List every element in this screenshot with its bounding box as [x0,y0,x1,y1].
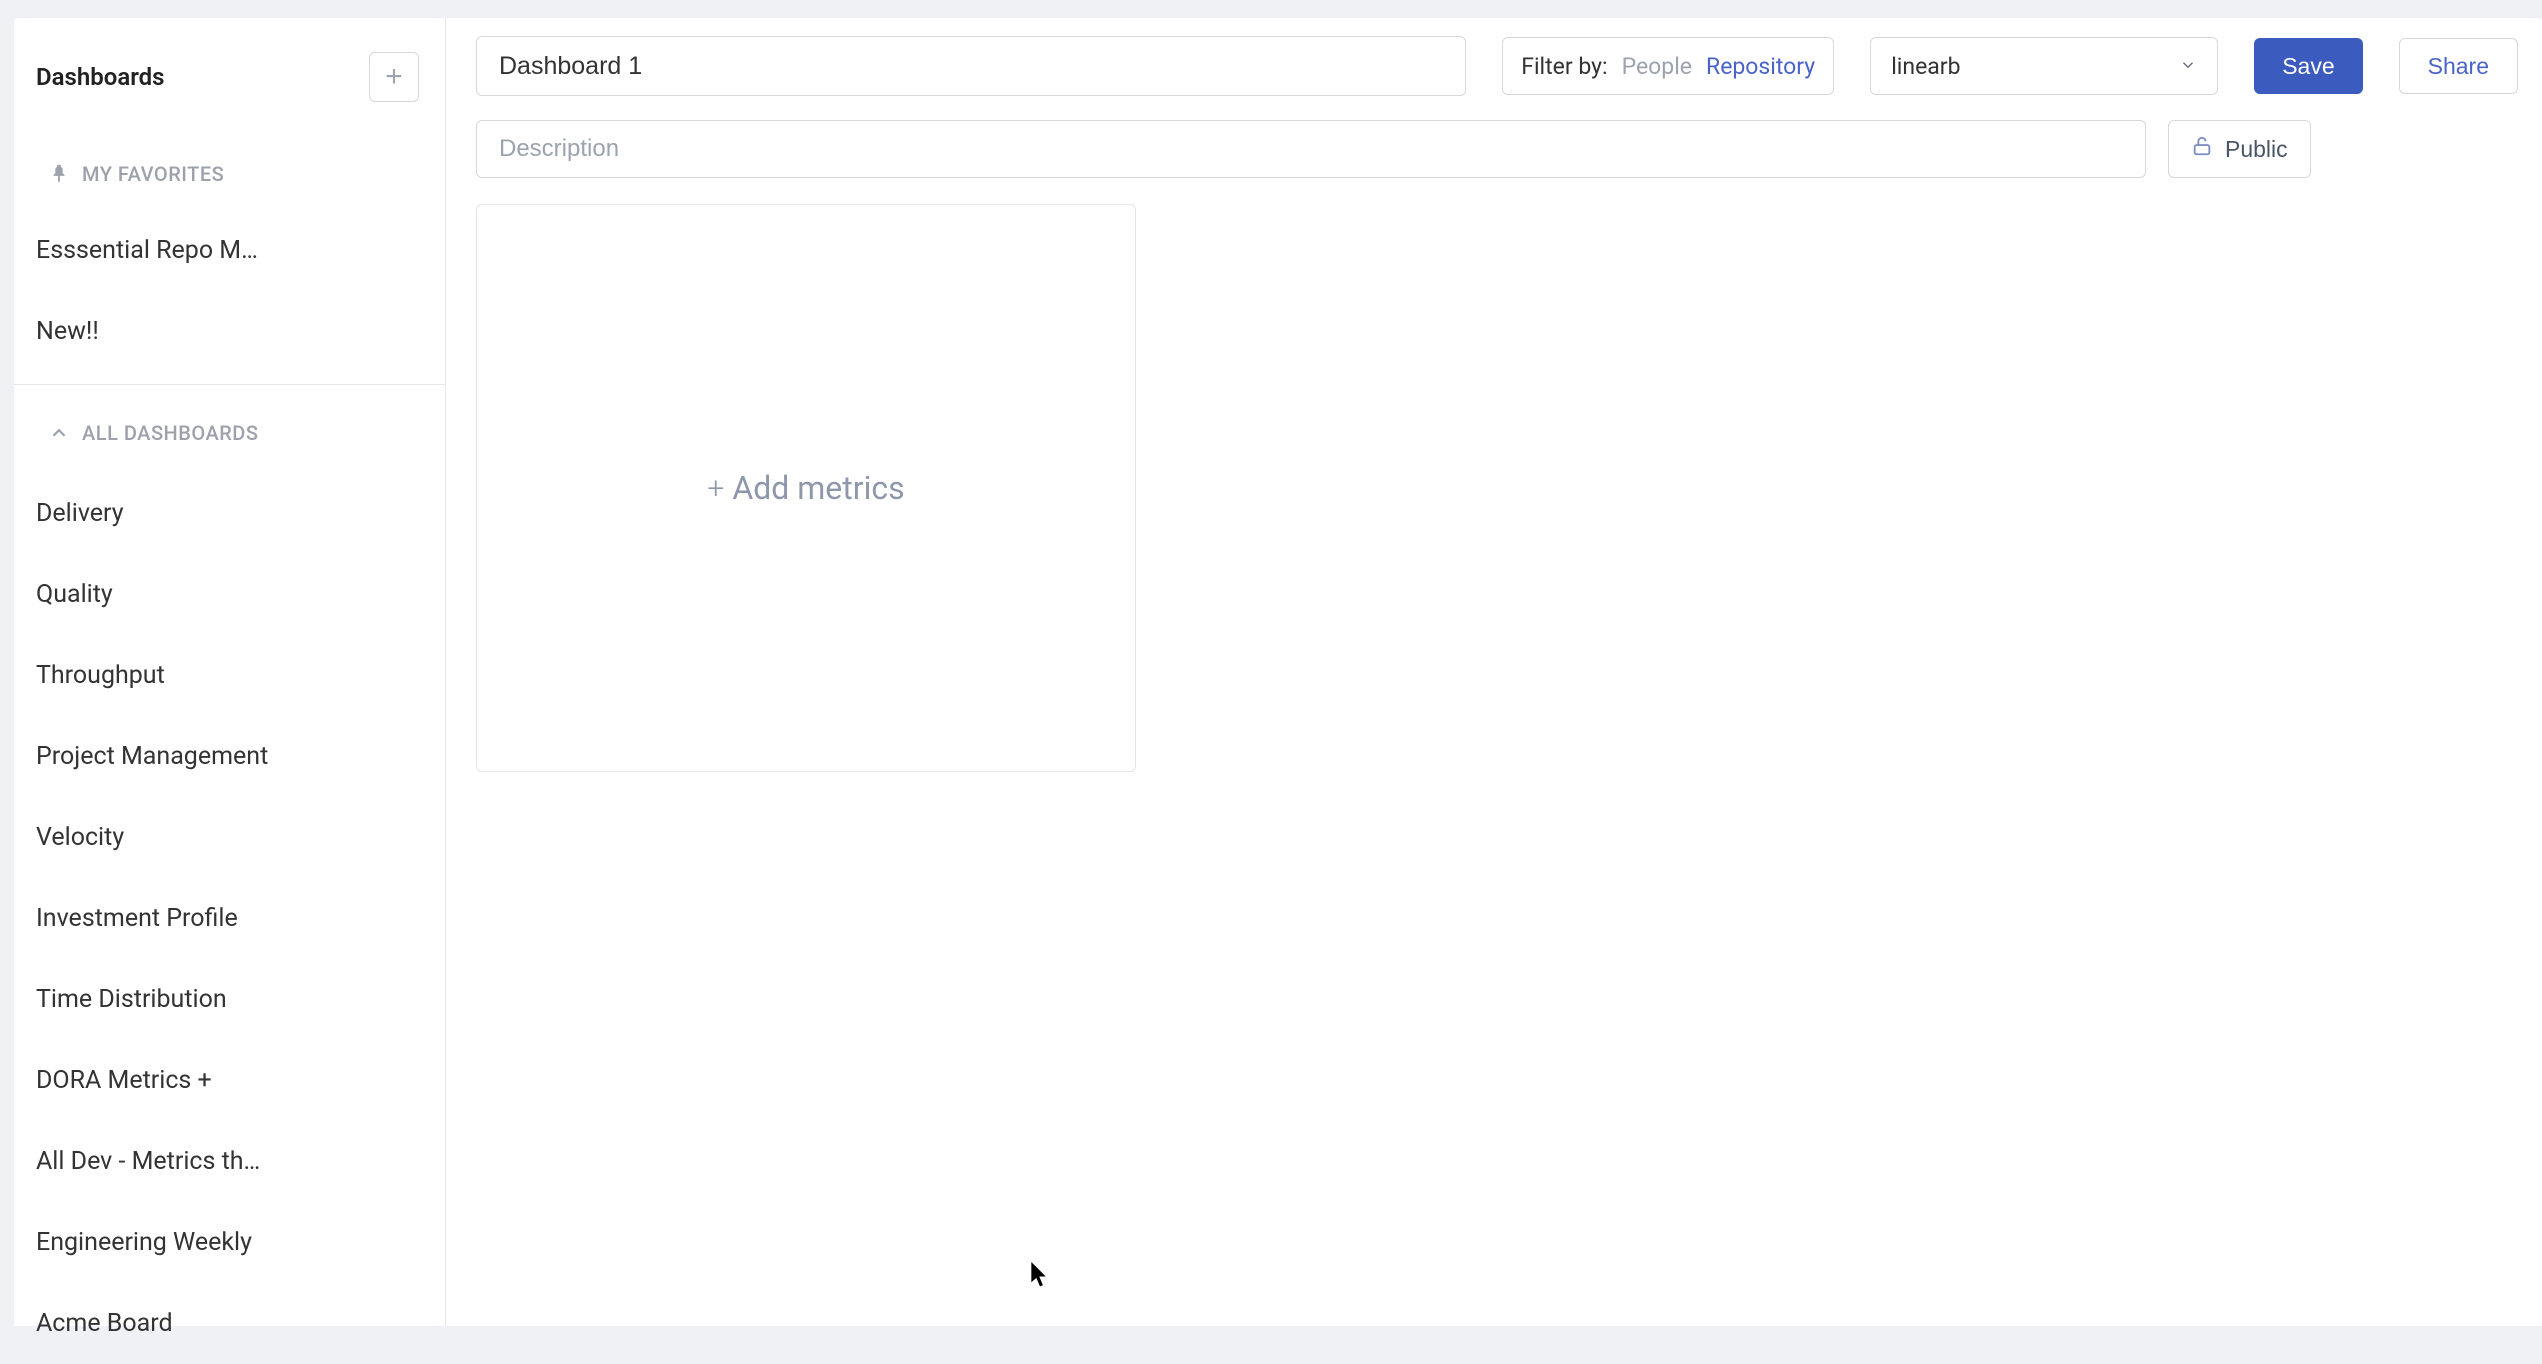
plus-icon: + [707,471,724,506]
favorites-section: MY FAVORITES Esssential Repo M… New!! [14,132,445,385]
add-metrics-content: + Add metrics [707,469,904,507]
add-metrics-card[interactable]: + Add metrics [476,204,1136,772]
add-dashboard-button[interactable]: + [369,52,419,102]
public-toggle-button[interactable]: Public [2168,120,2311,178]
sidebar-item-dashboard[interactable]: Quality [14,554,445,635]
all-dashboards-label: ALL DASHBOARDS [82,421,258,445]
public-label: Public [2225,136,2288,163]
plus-icon: + [385,60,403,94]
filter-option-repository[interactable]: Repository [1706,53,1815,80]
pin-icon [48,163,70,185]
sidebar-item-dashboard[interactable]: Velocity [14,797,445,878]
unlock-icon [2191,135,2213,163]
sidebar-item-dashboard[interactable]: Project Management [14,716,445,797]
sidebar-header: Dashboards + [14,18,445,132]
description-input[interactable] [476,120,2146,178]
sidebar-item-dashboard[interactable]: Throughput [14,635,445,716]
sidebar-item-dashboard[interactable]: DORA Metrics + [14,1040,445,1121]
metrics-grid: + Add metrics [476,204,2518,772]
filter-by-label: Filter by: [1521,53,1607,80]
filter-option-people[interactable]: People [1622,53,1692,80]
favorites-header: MY FAVORITES [14,132,445,210]
chevron-down-icon [2179,53,2197,80]
sidebar-item-dashboard[interactable]: Delivery [14,473,445,554]
sidebar-item-dashboard[interactable]: Investment Profile [14,878,445,959]
sidebar-item-favorite[interactable]: New!! [14,291,445,372]
sidebar-item-favorite[interactable]: Esssential Repo M… [14,210,445,291]
sidebar-item-dashboard[interactable]: Engineering Weekly [14,1202,445,1283]
filter-by-group: Filter by: People Repository [1502,37,1834,95]
top-toolbar: Filter by: People Repository linearb Sav… [476,36,2518,96]
all-dashboards-section: ALL DASHBOARDS Delivery Quality Throughp… [14,385,445,1364]
sidebar: Dashboards + MY FAVORITES Esssential Rep… [14,18,446,1326]
second-toolbar: Public [476,120,2518,178]
all-dashboards-header[interactable]: ALL DASHBOARDS [14,385,445,473]
repository-dropdown[interactable]: linearb [1870,37,2218,95]
sidebar-item-dashboard[interactable]: Acme Board [14,1283,445,1364]
sidebar-item-dashboard[interactable]: All Dev - Metrics th… [14,1121,445,1202]
share-button[interactable]: Share [2399,38,2518,94]
sidebar-item-dashboard[interactable]: Time Distribution [14,959,445,1040]
sidebar-title: Dashboards [36,63,165,91]
dropdown-value: linearb [1891,53,1960,80]
add-metrics-label: Add metrics [732,469,904,507]
chevron-up-icon [48,422,70,444]
dashboard-title-input[interactable] [476,36,1466,96]
save-button[interactable]: Save [2254,38,2362,94]
main-content: Filter by: People Repository linearb Sav… [446,18,2542,1326]
favorites-label: MY FAVORITES [82,162,224,186]
